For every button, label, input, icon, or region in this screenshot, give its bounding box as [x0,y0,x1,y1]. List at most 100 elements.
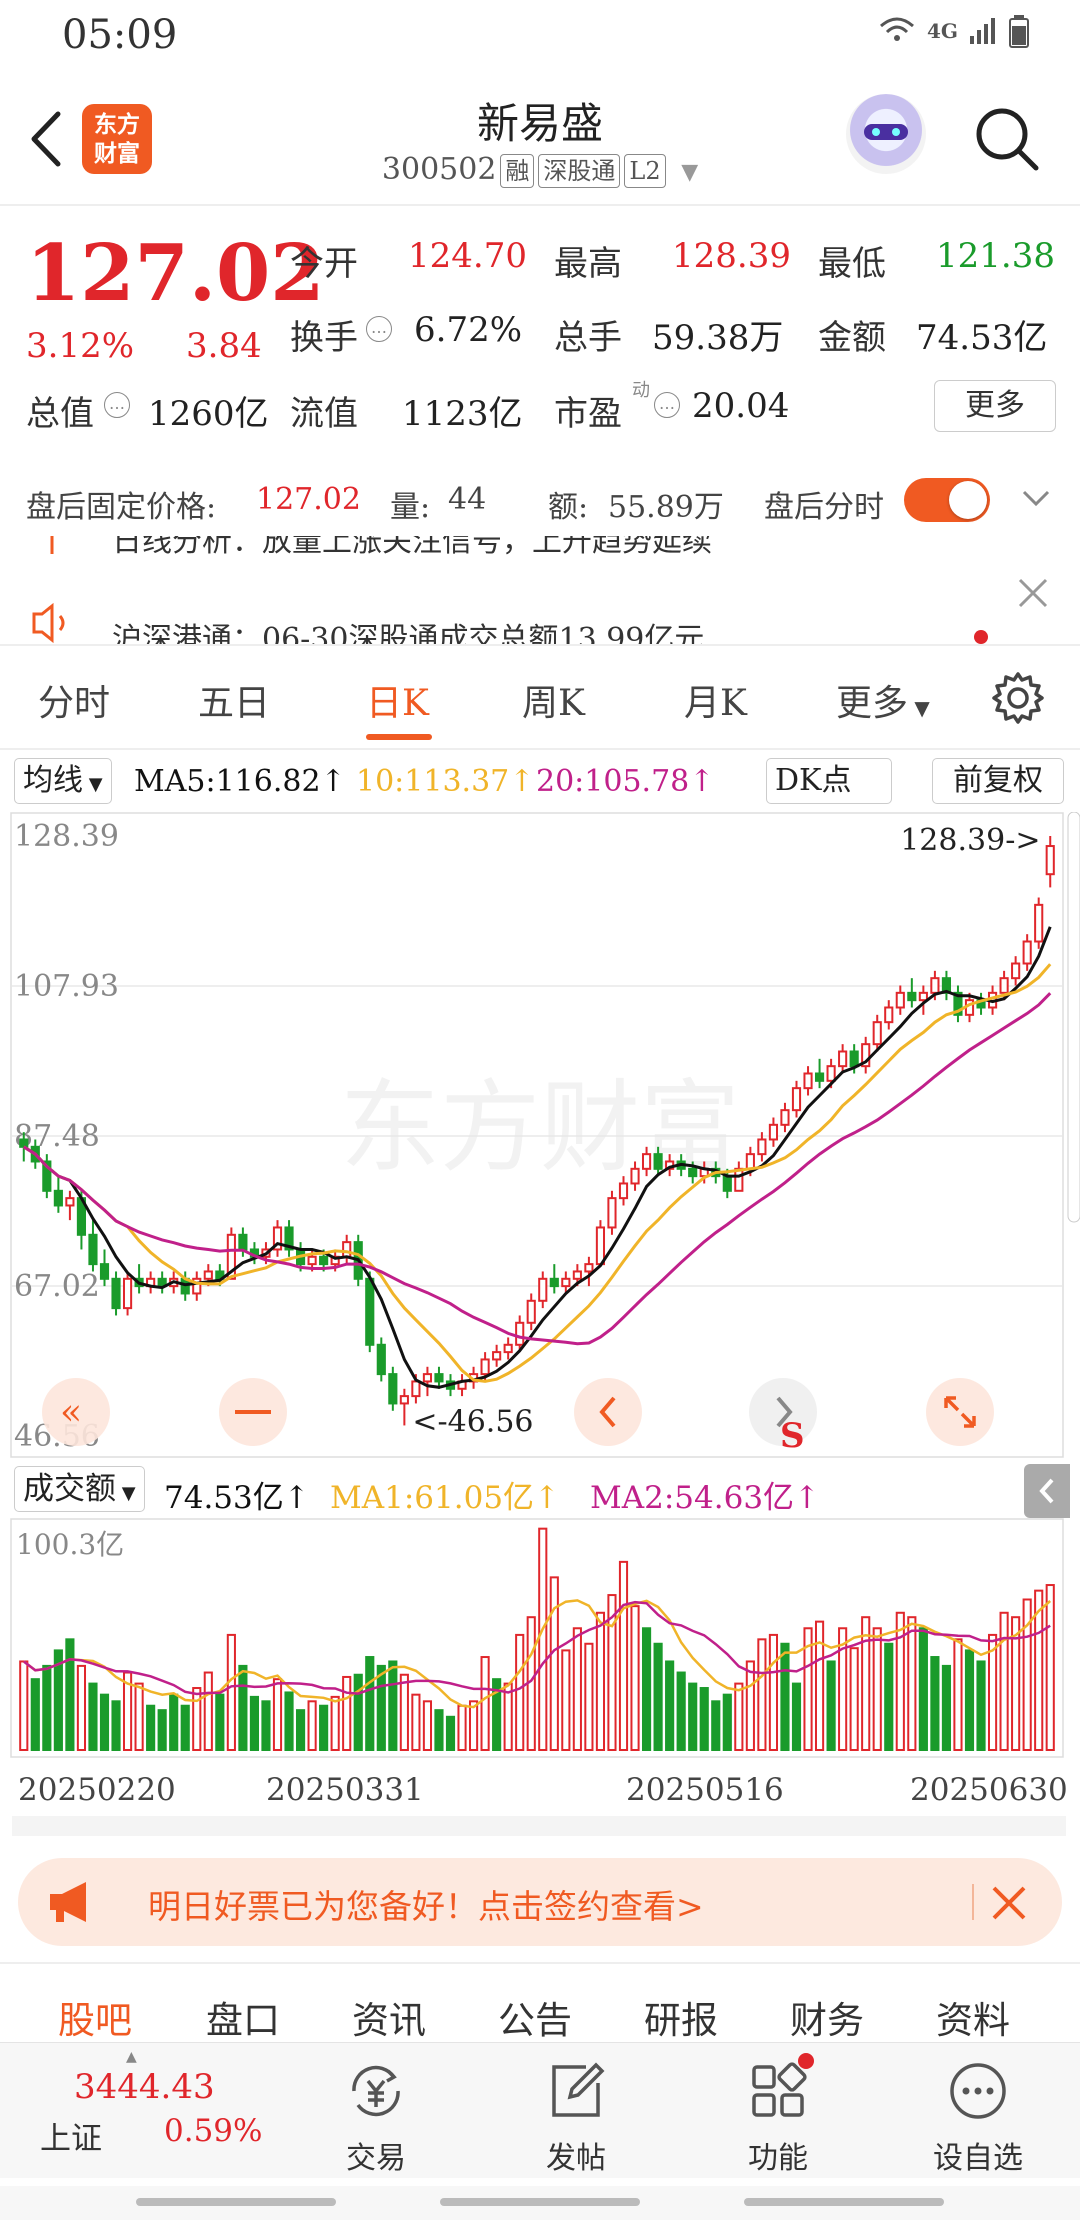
ma5-value: MA5:116.82↑ [134,764,346,799]
dropdown-triangle-icon[interactable]: ▼ [681,160,698,185]
search-icon[interactable] [972,104,1042,174]
tab-announcements[interactable]: 公告 [498,1990,572,2044]
volume-bar [861,1616,871,1751]
volume-bar [169,1693,179,1751]
volume-bar [953,1638,963,1751]
status-time: 05:09 [62,12,178,58]
volume-bar [780,1642,790,1751]
expand-button[interactable] [926,1378,994,1446]
tab-research[interactable]: 研报 [644,1990,718,2044]
date-label: 20250516 [626,1772,784,1808]
max-price-label: 128.39-> [900,823,1040,858]
tab-daily-k[interactable]: 日K [366,674,429,726]
collapse-panel-button[interactable] [1024,1464,1070,1518]
candle-body [88,1233,98,1266]
apps-grid-icon [752,2062,807,2117]
volume-bar [353,1673,363,1751]
zoom-out-button[interactable] [219,1378,287,1446]
dk-point-button[interactable]: DK点 [766,758,892,804]
tab-monthly-k[interactable]: 月K [684,674,747,726]
add-watchlist-button[interactable]: 设自选 [918,2049,1038,2177]
adjust-button[interactable]: 前复权 [932,758,1064,804]
candle-body [791,1087,802,1112]
volume-bar [238,1664,248,1751]
min-price-label: <-46.56 [412,1404,533,1439]
candle-body [814,1072,825,1082]
period-tabs: 分时 五日 日K 周K 月K 更多 ▼ [0,648,1080,748]
candle-body [538,1277,548,1302]
tab-order-book[interactable]: 盘口 [206,1990,280,2044]
candle-body [422,1373,433,1383]
volume-bar [538,1527,548,1752]
amount-label: 金额 [818,318,886,358]
volume-chart[interactable]: 100.3亿 [10,1518,1080,1758]
volume-bar [699,1687,709,1752]
candlestick-chart[interactable]: 东方财富 128.39107.9387.4867.0246.56 128.39-… [10,812,1080,1458]
low-label: 最低 [818,244,886,284]
gear-icon[interactable] [990,670,1046,726]
tab-financials[interactable]: 财务 [790,1990,864,2044]
volume-bar [653,1642,663,1751]
more-circle-icon [950,2063,1006,2119]
info-icon[interactable]: … [366,316,392,342]
y-tick-label: 67.02 [14,1269,100,1304]
prev-button[interactable] [574,1378,642,1446]
volume-bar [826,1660,836,1751]
ma20-value: 20:105.78↑ [536,764,715,799]
back-icon[interactable] [24,104,68,174]
ai-assistant-avatar[interactable] [846,94,926,174]
eastmoney-logo[interactable]: 东方 财富 [82,104,152,174]
tab-intraday[interactable]: 分时 [38,674,110,726]
volume-bar [595,1611,606,1751]
candle-body [768,1123,779,1141]
tab-weekly-k[interactable]: 周K [522,674,585,726]
post-label: 发帖 [546,2141,606,2176]
tab-news[interactable]: 资讯 [352,1990,426,2044]
turnover-value: 6.72% [414,310,523,350]
tab-profile[interactable]: 资料 [936,1990,1010,2044]
volume-bar [688,1682,698,1751]
volume-bar [941,1664,952,1751]
volume-selector[interactable]: 成交额 ▼ [14,1466,145,1512]
candle-body [65,1197,75,1207]
megaphone-icon [50,1882,86,1922]
yuan-exchange-icon [352,2065,400,2117]
pe-dynamic-mark: 动 [632,380,650,401]
tab-forum[interactable]: 股吧 [58,1990,132,2044]
volume-bar [561,1649,571,1751]
functions-button[interactable]: 功能 [718,2049,838,2177]
info-icon[interactable]: … [104,392,130,418]
tab-more[interactable]: 更多 ▼ [836,674,930,726]
more-button[interactable]: 更多 [934,380,1056,432]
chart-scrollbar[interactable] [1067,812,1080,1223]
index-change: 0.59% [164,2113,263,2149]
rewind-button[interactable]: « [42,1378,110,1446]
volume-bar [445,1715,456,1752]
chevron-down-icon[interactable] [1020,486,1052,510]
candle-body [1034,903,1044,943]
svg-text:«: « [60,1392,82,1433]
after-hours-label: 盘后固定价格: [26,490,217,525]
divider [0,748,1080,750]
post-button[interactable]: 发帖 [516,2049,636,2177]
divider [972,1884,974,1920]
volume-bar [88,1682,98,1751]
status-icons: 4G [877,14,1030,48]
close-icon[interactable] [1016,576,1050,610]
volume-bar [365,1656,375,1751]
ma10-value: 10:113.37↑ [356,764,535,799]
ma-selector[interactable]: 均线 ▼ [14,758,112,804]
volume-amount: 74.53亿↑ [164,1480,310,1516]
change-amount: 3.84 [186,326,262,366]
info-icon[interactable]: … [654,392,680,418]
promo-text: 明日好票已为您备好！点击签约查看> [148,1887,704,1926]
news-ticker[interactable]: 日线分析：放量上涨关注信号，上升趋势延续 沪深港通：06-30深股通成交总额13… [0,536,1080,644]
after-hours-toggle[interactable] [904,478,990,522]
volume-bar [319,1704,329,1751]
trade-button[interactable]: 交易 [316,2049,436,2177]
wifi-icon [880,17,914,41]
tab-five-day[interactable]: 五日 [198,674,270,726]
promo-banner[interactable]: 明日好票已为您备好！点击签约查看> [18,1858,1062,1946]
volume-bar [515,1633,525,1751]
close-icon[interactable] [990,1884,1028,1922]
